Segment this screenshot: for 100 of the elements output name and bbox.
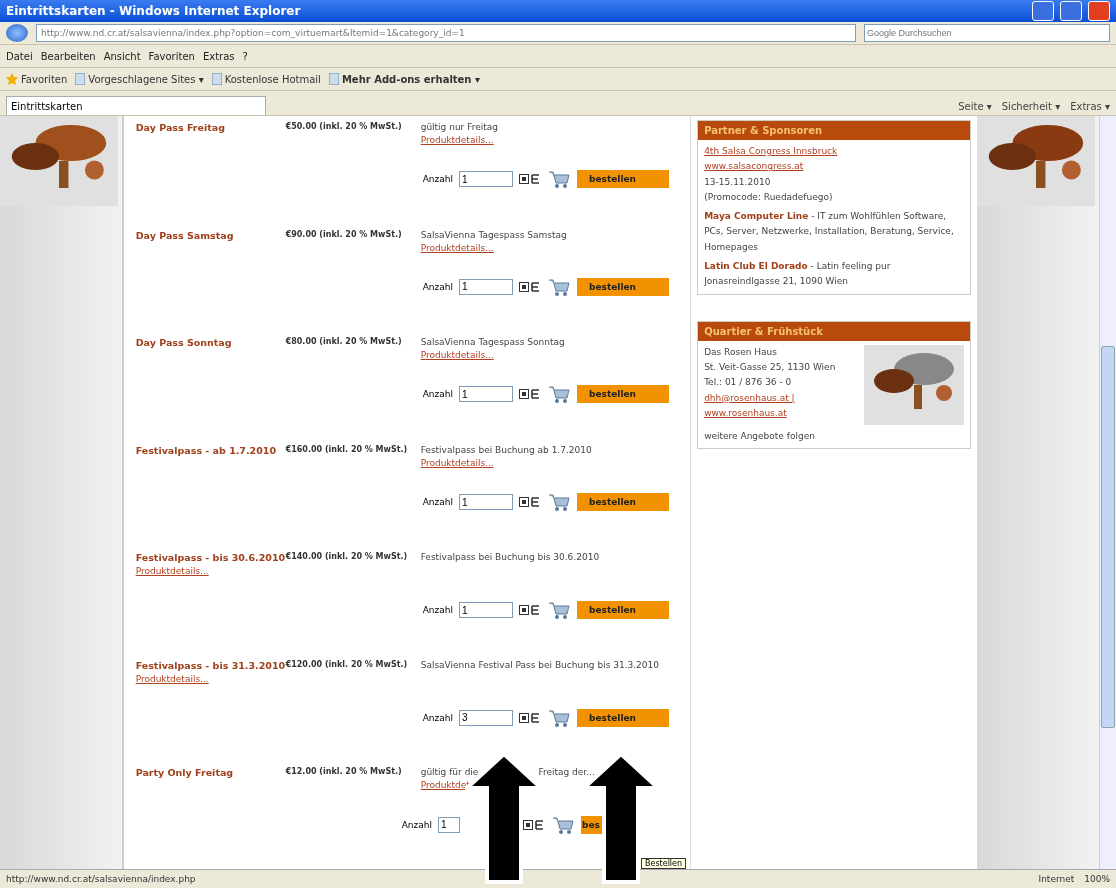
- order-button[interactable]: bestellen: [577, 385, 669, 404]
- quantity-label: Anzahl: [422, 174, 453, 185]
- product-price: €160.00 (inkl. 20 % MwSt.): [285, 444, 409, 456]
- spinner-icon[interactable]: [519, 605, 541, 616]
- quantity-field[interactable]: 1: [459, 602, 513, 619]
- tooltip: Bestellen: [641, 858, 687, 869]
- cart-icon[interactable]: [547, 168, 571, 191]
- product-description: Festivalpass bei Buchung ab 1.7.2010: [420, 444, 592, 455]
- sponsor-link[interactable]: www.salsacongress.at: [704, 159, 804, 175]
- spinner-icon[interactable]: [519, 174, 541, 185]
- command-item[interactable]: Extras ▾: [1070, 101, 1110, 112]
- minimize-button[interactable]: [1032, 1, 1054, 21]
- page-icon: [211, 73, 222, 85]
- note-text: weitere Angebote folgen: [704, 429, 816, 443]
- favorites-item[interactable]: Kostenlose Hotmail: [211, 73, 321, 85]
- quantity-field[interactable]: 1: [459, 171, 513, 188]
- details-link[interactable]: Produktdetails...: [135, 673, 209, 684]
- details-link[interactable]: Produktdetails...: [420, 457, 494, 468]
- favorites-item[interactable]: Favoriten: [6, 73, 68, 85]
- product-price: €50.00 (inkl. 20 % MwSt.): [285, 122, 403, 133]
- scrollbar[interactable]: [1099, 116, 1116, 869]
- sponsor-text: (Promocode: Ruedadefuego): [704, 190, 833, 204]
- quantity-label: Anzahl: [422, 389, 453, 400]
- product-name: Day Pass Sonntag: [135, 337, 233, 349]
- details-link[interactable]: Produktdetails...: [420, 242, 494, 253]
- product-price: €80.00 (inkl. 20 % MwSt.): [285, 337, 403, 349]
- product-name: Day Pass Freitag: [135, 122, 226, 133]
- quantity-label: Anzahl: [422, 712, 453, 723]
- favorites-item[interactable]: Mehr Add-ons erhalten ▾: [328, 73, 480, 85]
- panel-title: Quartier & Frühstück: [698, 321, 971, 341]
- spinner-icon[interactable]: [519, 712, 541, 723]
- details-link[interactable]: Produktdetails...: [420, 350, 494, 361]
- product-description: Festivalpass bei Buchung bis 30.6.2010: [420, 552, 600, 563]
- sponsor-link[interactable]: 4th Salsa Congress Innsbruck: [704, 144, 838, 160]
- command-item[interactable]: Sicherheit ▾: [1001, 101, 1061, 112]
- quantity-label: Anzahl: [422, 605, 453, 616]
- quantity-field[interactable]: 1: [459, 386, 513, 403]
- quantity-label: Anzahl: [422, 281, 453, 292]
- sponsor-text: Maya Computer Line - IT zum Wohlfühlen Software, PCs, Server, Netzwerke, Installation, Beratung, Service, Homepages: [704, 210, 955, 254]
- details-link[interactable]: Produktdetails...: [135, 566, 209, 577]
- zoom-label[interactable]: 100%: [1084, 874, 1110, 884]
- favorites-item[interactable]: Vorgeschlagene Sites ▾: [75, 73, 204, 85]
- menu-item[interactable]: ?: [242, 50, 248, 62]
- product-description: gültig für die: [420, 767, 479, 778]
- cart-icon[interactable]: [547, 599, 571, 622]
- zone-label: Internet: [1038, 874, 1075, 884]
- page-icon: [328, 73, 339, 85]
- quantity-field[interactable]: 1: [459, 278, 513, 295]
- product-description: SalsaVienna Tagespass Sonntag: [420, 337, 565, 348]
- product-description: gültig nur Freitag: [420, 122, 498, 132]
- product-price: €12.00 (inkl. 20 % MwSt.): [285, 767, 403, 779]
- product-name: Day Pass Samstag: [135, 229, 235, 241]
- star-icon: [6, 73, 18, 85]
- spinner-icon[interactable]: [523, 819, 545, 830]
- menu-item[interactable]: Bearbeiten: [40, 50, 96, 62]
- menu-item[interactable]: Favoriten: [148, 50, 195, 62]
- product-price: €140.00 (inkl. 20 % MwSt.): [285, 552, 409, 564]
- spinner-icon[interactable]: [519, 497, 541, 507]
- product-name: Festivalpass - bis 31.3.2010: [135, 659, 286, 671]
- search-field[interactable]: Google Durchsuchen: [864, 24, 1110, 42]
- quantity-field[interactable]: 3: [459, 709, 513, 726]
- order-button[interactable]: bes: [581, 815, 602, 834]
- order-button[interactable]: bestellen: [577, 708, 669, 727]
- quantity-label: Anzahl: [401, 819, 432, 830]
- cart-icon[interactable]: [547, 383, 571, 406]
- order-button[interactable]: bestellen: [577, 601, 669, 620]
- browser-tab[interactable]: Eintrittskarten: [6, 96, 266, 115]
- close-button[interactable]: [1088, 1, 1110, 21]
- back-button[interactable]: [6, 24, 28, 42]
- contact-link[interactable]: dhh@rosenhaus.at |: [704, 390, 795, 406]
- address-field[interactable]: http://www.nd.cr.at/salsavienna/index.php?option=com_virtuemart&Itemid=1&category_id=1: [36, 24, 856, 42]
- spinner-icon[interactable]: [519, 389, 541, 400]
- product-name: Party Only Freitag: [135, 767, 235, 779]
- order-button[interactable]: bestellen: [577, 170, 669, 189]
- menu-item[interactable]: Datei: [6, 50, 33, 62]
- details-link[interactable]: Produktdet: [420, 780, 470, 791]
- contact-link[interactable]: www.rosenhaus.at: [704, 405, 787, 422]
- product-description: SalsaVienna Tagespass Samstag: [420, 229, 567, 240]
- product-description: SalsaVienna Festival Pass bei Buchung bis 31.3.2010: [420, 659, 659, 670]
- order-button[interactable]: bestellen: [577, 493, 669, 511]
- product-name: Festivalpass - ab 1.7.2010: [135, 444, 277, 456]
- order-button[interactable]: bestellen: [577, 277, 669, 296]
- command-item[interactable]: Seite ▾: [958, 101, 992, 112]
- menu-item[interactable]: Extras: [202, 50, 235, 62]
- status-url: http://www.nd.cr.at/salsavienna/index.php: [6, 874, 197, 884]
- menu-item[interactable]: Ansicht: [103, 50, 141, 62]
- quantity-field[interactable]: 1: [459, 494, 513, 510]
- page-icon: [75, 73, 86, 85]
- product-price: €120.00 (inkl. 20 % MwSt.): [285, 659, 409, 671]
- quantity-label: Anzahl: [422, 497, 453, 507]
- quantity-field[interactable]: 1: [438, 816, 460, 833]
- address-line: St. Veit-Gasse 25, 1130 Wien: [704, 360, 836, 374]
- panel-title: Partner & Sponsoren: [698, 121, 971, 140]
- spinner-icon[interactable]: [519, 281, 541, 292]
- details-link[interactable]: Produktdetails...: [420, 135, 494, 145]
- maximize-button[interactable]: [1060, 1, 1082, 21]
- address-line: Tel.: 01 / 876 36 - 0: [704, 376, 792, 390]
- product-description: Freitag der...: [538, 767, 595, 778]
- cart-icon[interactable]: [547, 491, 571, 513]
- address-line: Das Rosen Haus: [704, 345, 777, 359]
